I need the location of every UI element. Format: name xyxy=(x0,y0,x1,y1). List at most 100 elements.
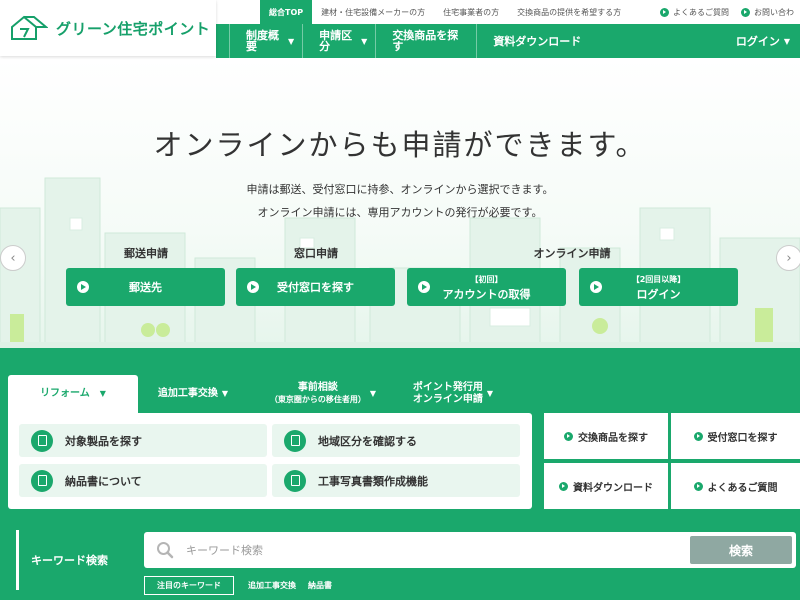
keyword-search-input[interactable] xyxy=(178,532,690,568)
button-label: ログイン xyxy=(636,288,681,301)
arrow-circle-icon xyxy=(559,481,568,491)
tab-label: ポイント発行用 xyxy=(412,382,483,393)
caret-down-icon: ▼ xyxy=(99,389,106,398)
keyword-search-label: キーワード検索 xyxy=(16,530,132,590)
slider-prev-button[interactable]: ‹ xyxy=(0,245,26,271)
util-tab-builder[interactable]: 住宅事業者の方 xyxy=(434,0,508,24)
play-icon xyxy=(77,281,89,293)
nav-item-label: 資料ダウンロード xyxy=(493,34,582,48)
contact-link-label: お問い合わ xyxy=(754,7,794,17)
tab-sublabel: オンライン申請 xyxy=(412,394,483,405)
caret-down-icon: ▼ xyxy=(221,389,229,398)
category-tabs: リフォーム ▼ 追加工事交換 ▼ 事前相談 （東京圏からの移住者用） ▼ ポイン… xyxy=(8,375,508,413)
featured-keywords: 注目のキーワード 追加工事交換 納品書 xyxy=(144,575,344,595)
faq-link[interactable]: よくあるご質問 xyxy=(654,7,735,18)
hero-description-line2: オンライン申請には、専用アカウントの発行が必要です。 xyxy=(257,206,543,219)
tab-reform[interactable]: リフォーム ▼ xyxy=(8,375,138,413)
util-tab-top[interactable]: 総合TOP xyxy=(260,0,313,24)
card-label: 納品書について xyxy=(65,474,142,488)
caret-down-icon: ▼ xyxy=(486,389,494,398)
chevron-right-icon: › xyxy=(786,250,792,266)
keyword-search-box: 検索 xyxy=(144,532,796,568)
play-icon xyxy=(247,281,259,293)
contact-link[interactable]: お問い合わ xyxy=(735,7,800,18)
create-account-button[interactable]: 【初回】 アカウントの取得 xyxy=(407,268,566,306)
tab-point-issuance[interactable]: ポイント発行用 オンライン申請 ▼ xyxy=(398,375,508,413)
delivery-note-card[interactable]: 納品書について xyxy=(19,464,267,497)
document-icon xyxy=(284,469,306,492)
arrow-circle-icon xyxy=(660,7,669,17)
tab-label: リフォーム xyxy=(40,388,90,399)
nav-item-downloads[interactable]: 資料ダウンロード xyxy=(476,24,591,58)
caret-down-icon: ▼ xyxy=(783,36,790,46)
check-region-card[interactable]: 地域区分を確認する xyxy=(272,424,520,457)
slider-next-button[interactable]: › xyxy=(776,245,800,271)
quick-link-exchange-goods[interactable]: 交換商品を探す xyxy=(544,413,668,459)
nav-item-application-type[interactable]: 申請区分 ▼ xyxy=(302,24,375,58)
keyword-search-button[interactable]: 検索 xyxy=(690,536,792,564)
logo-text: グリーン住宅ポイント xyxy=(56,19,211,38)
tab-label: 追加工事交換 xyxy=(157,388,218,399)
login-nav-label: ログイン xyxy=(735,35,780,48)
button-label: 郵送先 xyxy=(129,280,162,294)
quick-links: 交換商品を探す 受付窓口を探す 資料ダウンロード よくあるご質問 xyxy=(544,413,800,509)
online-login-button[interactable]: 【2回目以降】 ログイン xyxy=(579,268,738,306)
button-label: 受付窓口を探す xyxy=(277,280,354,294)
button-sublabel: 【2回目以降】 xyxy=(631,275,686,284)
category-counter-label: 窓口申請 xyxy=(294,247,338,260)
tab-additional-work[interactable]: 追加工事交換 ▼ xyxy=(138,375,248,413)
find-counter-button[interactable]: 受付窓口を探す xyxy=(236,268,395,306)
search-document-icon xyxy=(31,429,53,452)
quick-link-find-counter[interactable]: 受付窓口を探す xyxy=(671,413,800,459)
caret-down-icon: ▼ xyxy=(288,36,295,46)
site-header: グリーン住宅ポイント 総合TOP 建材・住宅設備メーカーの方 住宅事業者の方 交… xyxy=(0,0,800,58)
play-icon xyxy=(590,281,602,293)
reform-panel: 対象製品を探す 地域区分を確認する 納品書について 工事写真書類作成機能 xyxy=(8,413,532,509)
faq-link-label: よくあるご質問 xyxy=(673,7,729,17)
card-label: 工事写真書類作成機能 xyxy=(318,474,428,488)
nav-item-label: 申請区分 xyxy=(319,29,353,53)
caret-down-icon: ▼ xyxy=(361,36,368,46)
utility-bar: 総合TOP 建材・住宅設備メーカーの方 住宅事業者の方 交換商品の提供を希望する… xyxy=(216,0,800,24)
keyword-tag[interactable]: 追加工事交換 xyxy=(248,580,296,591)
hero-title: オンラインからも申請ができます。 xyxy=(153,128,647,162)
site-logo[interactable]: グリーン住宅ポイント xyxy=(0,0,216,56)
mail-address-button[interactable]: 郵送先 xyxy=(66,268,225,306)
quick-link-faq[interactable]: よくあるご質問 xyxy=(671,463,800,509)
document-icon xyxy=(31,469,53,492)
tab-label: 事前相談 xyxy=(297,382,338,393)
find-products-card[interactable]: 対象製品を探す xyxy=(19,424,267,457)
arrow-circle-icon xyxy=(564,431,573,441)
arrow-circle-icon xyxy=(741,7,750,17)
category-online-label: オンライン申請 xyxy=(533,247,611,260)
search-icon xyxy=(152,541,178,559)
caret-down-icon: ▼ xyxy=(369,389,377,398)
quick-link-label: 交換商品を探す xyxy=(578,432,648,444)
chevron-left-icon: ‹ xyxy=(10,250,16,266)
arrow-circle-icon xyxy=(693,431,703,441)
main-nav: 制度概要 ▼ 申請区分 ▼ 交換商品を探す 資料ダウンロード ログイン ▼ xyxy=(216,24,800,58)
nav-item-exchange-goods[interactable]: 交換商品を探す xyxy=(375,24,476,58)
featured-keywords-title: 注目のキーワード xyxy=(144,575,234,595)
arrow-circle-icon xyxy=(693,481,703,491)
nav-item-label: 交換商品を探す xyxy=(392,29,459,53)
card-label: 地域区分を確認する xyxy=(318,434,417,448)
hero-banner: オンラインからも申請ができます。 申請は郵送、受付窓口に持参、オンラインから選択… xyxy=(0,58,800,348)
map-icon xyxy=(284,429,306,452)
quick-link-downloads[interactable]: 資料ダウンロード xyxy=(544,463,668,509)
keyword-tag[interactable]: 納品書 xyxy=(308,580,332,591)
util-tab-supplier[interactable]: 交換商品の提供を希望する方 xyxy=(508,0,630,24)
nav-item-label: 制度概要 xyxy=(246,29,279,53)
quick-link-label: 受付窓口を探す xyxy=(707,432,778,444)
quick-link-label: よくあるご質問 xyxy=(707,482,778,494)
hero-description-line1: 申請は郵送、受付窓口に持参、オンラインから選択できます。 xyxy=(246,183,554,196)
nav-item-overview[interactable]: 制度概要 ▼ xyxy=(229,24,302,58)
category-mail-label: 郵送申請 xyxy=(124,247,168,260)
play-icon xyxy=(418,281,430,293)
util-tab-manufacturer[interactable]: 建材・住宅設備メーカーの方 xyxy=(312,0,434,24)
login-nav-button[interactable]: ログイン ▼ xyxy=(736,33,790,49)
construction-photo-card[interactable]: 工事写真書類作成機能 xyxy=(272,464,520,497)
card-label: 対象製品を探す xyxy=(65,434,142,448)
tab-preconsultation[interactable]: 事前相談 （東京圏からの移住者用） ▼ xyxy=(248,375,398,413)
tab-sublabel: （東京圏からの移住者用） xyxy=(269,395,366,404)
